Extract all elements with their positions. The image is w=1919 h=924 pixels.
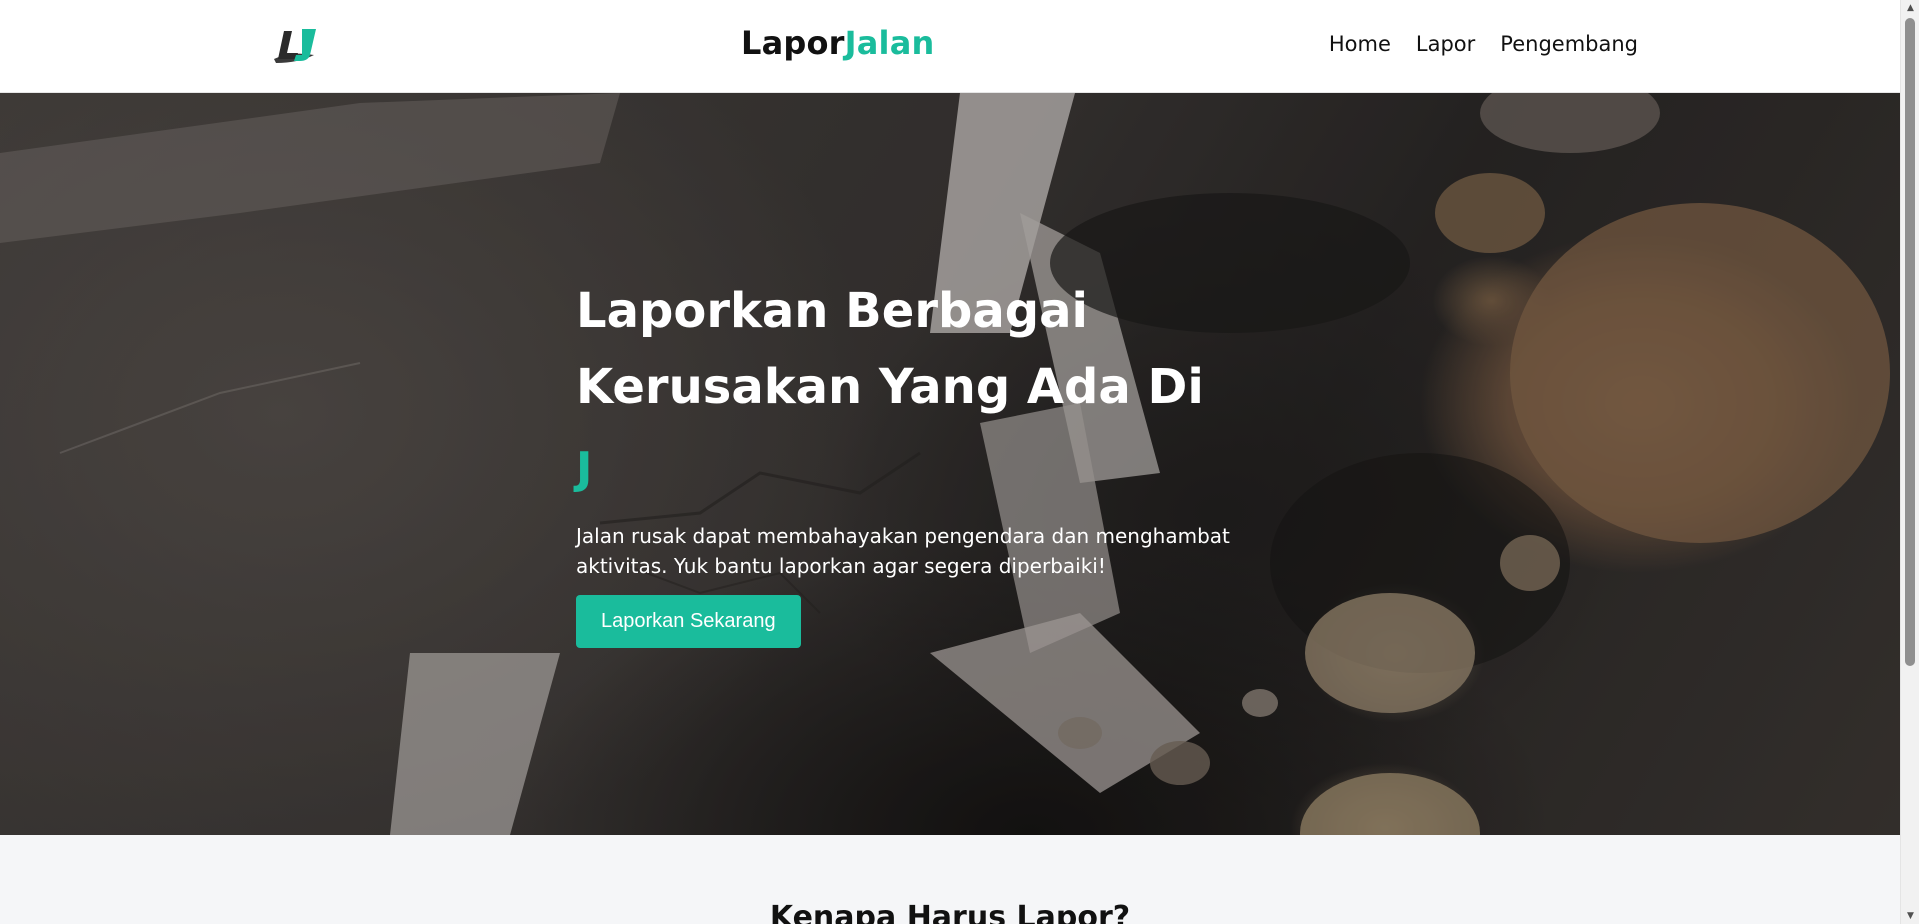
nav-links: Home Lapor Pengembang: [1329, 32, 1638, 56]
scrollbar-thumb[interactable]: [1905, 18, 1915, 666]
hero-section: Laporkan Berbagai Kerusakan Yang Ada Di …: [0, 93, 1900, 835]
site-logo[interactable]: [268, 25, 322, 67]
report-now-button[interactable]: Laporkan Sekarang: [576, 595, 801, 648]
why-report-section: Kenapa Harus Lapor?: [0, 835, 1900, 924]
hero-content: Laporkan Berbagai Kerusakan Yang Ada Di …: [576, 273, 1296, 648]
scroll-down-arrow-icon[interactable]: ▼: [1901, 908, 1919, 924]
brand-part-lapor: Lapor: [741, 24, 845, 62]
section-title: Kenapa Harus Lapor?: [769, 900, 1131, 924]
brand-part-jalan: Jalan: [844, 24, 935, 62]
hero-title-line-1: Laporkan Berbagai: [576, 283, 1088, 339]
brand-title[interactable]: LaporJalan: [741, 24, 935, 62]
scroll-up-arrow-icon[interactable]: ▲: [1901, 0, 1919, 16]
nav-link-lapor[interactable]: Lapor: [1416, 32, 1475, 56]
nav-link-pengembang[interactable]: Pengembang: [1500, 32, 1638, 56]
hero-typed-text: J: [576, 443, 593, 494]
vertical-scrollbar[interactable]: ▲ ▼: [1900, 0, 1919, 924]
hero-title-line-2: Kerusakan Yang Ada Di: [576, 359, 1204, 415]
hero-description: Jalan rusak dapat membahayakan pengendar…: [576, 524, 1230, 578]
hero-title: Laporkan Berbagai Kerusakan Yang Ada Di: [576, 273, 1296, 425]
nav-link-home[interactable]: Home: [1329, 32, 1391, 56]
navbar: LaporJalan Home Lapor Pengembang: [0, 0, 1900, 93]
